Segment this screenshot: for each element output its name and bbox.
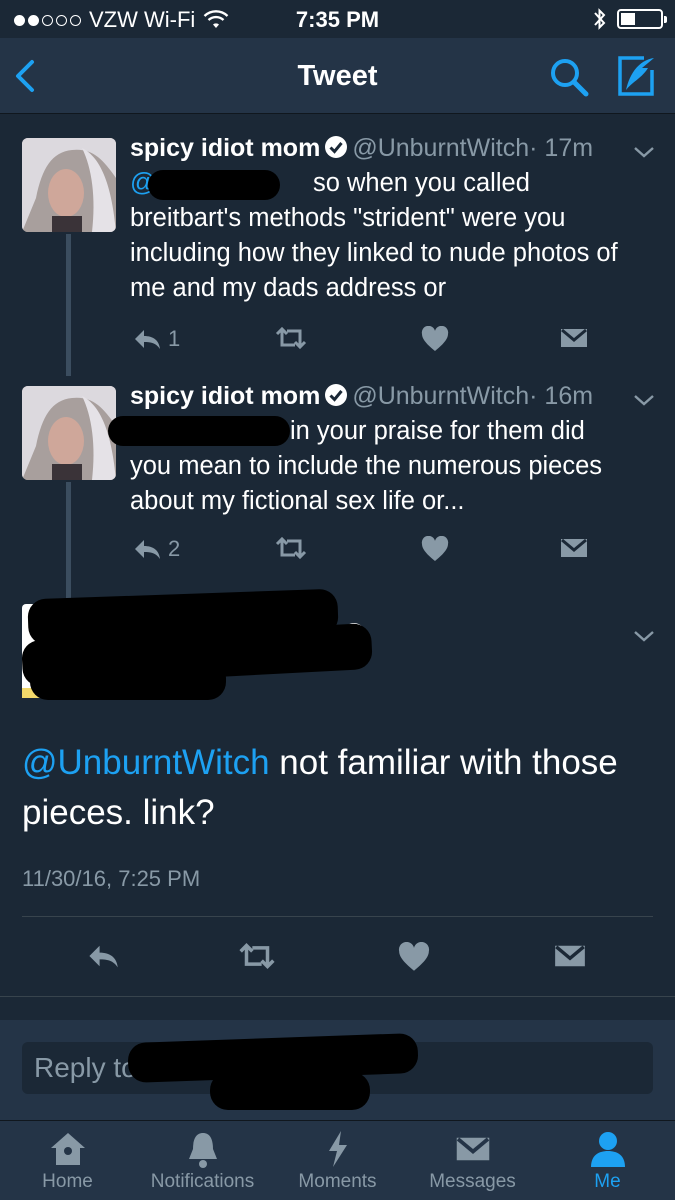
retweet-button[interactable] <box>273 536 309 560</box>
tweet-text-line1: in your praise for them did <box>290 417 585 445</box>
focused-tweet-text: @UnburntWitch not familiar with those pi… <box>22 738 652 838</box>
tab-label: Moments <box>298 1171 377 1192</box>
battery-icon <box>617 9 667 29</box>
redaction-mark <box>108 416 290 446</box>
tweet-date: 11/30/16, 7:25 PM <box>22 866 201 891</box>
divider <box>0 996 675 997</box>
reply-button[interactable]: 2 <box>132 536 180 562</box>
tab-label: Me <box>594 1171 621 1192</box>
avatar[interactable] <box>22 138 116 232</box>
tab-label: Messages <box>429 1171 516 1192</box>
direct-message-button[interactable] <box>560 326 588 350</box>
retweet-icon <box>275 326 307 350</box>
reply-button[interactable] <box>86 942 120 970</box>
envelope-icon <box>561 328 587 347</box>
redaction-mark <box>210 1072 370 1110</box>
retweet-icon <box>275 536 307 560</box>
avatar[interactable] <box>22 386 116 480</box>
mention-link[interactable]: @UnburntWitch <box>22 743 270 782</box>
verified-badge-icon <box>325 384 348 406</box>
envelope-icon <box>456 1137 489 1161</box>
person-icon <box>590 1132 625 1167</box>
handle[interactable]: @UnburntWitch <box>352 382 529 410</box>
display-name[interactable]: spicy idiot mom <box>130 134 320 162</box>
tab-label: Home <box>42 1171 93 1192</box>
timestamp: · 17m <box>529 134 594 162</box>
redaction-mark <box>30 660 226 700</box>
envelope-icon <box>561 538 587 557</box>
reply-icon <box>89 945 118 968</box>
tweet-1[interactable]: spicy idiot mom @UnburntWitch· 17m @ so w… <box>0 130 675 376</box>
nav-bar: Tweet <box>0 38 675 114</box>
home-icon <box>50 1133 85 1165</box>
tweet-actions: 2 <box>0 536 675 566</box>
reply-bar: Reply to <box>0 1020 675 1120</box>
retweet-icon <box>239 943 275 969</box>
reply-count: 2 <box>168 536 181 561</box>
like-button[interactable] <box>398 942 430 972</box>
heart-icon <box>421 536 449 561</box>
like-button[interactable] <box>421 326 449 352</box>
tab-home[interactable]: Home <box>0 1127 135 1193</box>
chevron-down-icon[interactable] <box>632 392 656 408</box>
tab-notifications[interactable]: Notifications <box>135 1127 270 1193</box>
tab-bar: Home Notifications Moments Messages Me <box>0 1120 675 1200</box>
avatar-image <box>22 138 116 232</box>
tweet-text-rest: you mean to include the numerous pieces … <box>130 452 603 515</box>
tab-moments[interactable]: Moments <box>270 1127 405 1193</box>
retweet-button[interactable] <box>273 326 309 350</box>
redaction-mark <box>148 170 280 200</box>
divider <box>22 916 653 917</box>
tweet-text-line1: so when you called <box>312 169 530 197</box>
reply-placeholder: Reply to <box>34 1052 137 1083</box>
tweet-2[interactable]: spicy idiot mom @UnburntWitch· 16m in you… <box>0 378 675 608</box>
heart-icon <box>398 942 430 971</box>
reply-count: 1 <box>168 326 181 351</box>
tab-me[interactable]: Me <box>540 1127 675 1193</box>
tweet-text-rest: breitbart's methods "strident" were you … <box>130 204 618 302</box>
reply-icon <box>135 330 160 349</box>
like-button[interactable] <box>421 536 449 562</box>
heart-icon <box>421 326 449 351</box>
direct-message-button[interactable] <box>554 942 586 970</box>
tweet-header: spicy idiot mom @UnburntWitch· 16m <box>130 382 593 411</box>
direct-message-button[interactable] <box>560 536 588 560</box>
focused-tweet-actions <box>0 942 675 972</box>
reply-icon <box>135 540 160 559</box>
handle[interactable]: @UnburntWitch <box>352 134 529 162</box>
tab-label: Notifications <box>150 1171 255 1192</box>
avatar-image <box>22 386 116 480</box>
tweet-actions: 1 <box>0 326 675 356</box>
status-time: 7:35 PM <box>295 7 380 32</box>
compose-tweet-icon[interactable] <box>614 54 658 98</box>
chevron-down-icon[interactable] <box>632 628 656 644</box>
timestamp: · 16m <box>529 382 594 410</box>
search-icon[interactable] <box>548 56 590 98</box>
tweet-header: spicy idiot mom @UnburntWitch· 17m <box>130 134 593 163</box>
chevron-down-icon[interactable] <box>632 144 656 160</box>
envelope-icon <box>555 945 585 967</box>
tab-messages[interactable]: Messages <box>405 1127 540 1193</box>
display-name[interactable]: spicy idiot mom <box>130 382 320 410</box>
retweet-button[interactable] <box>236 942 278 970</box>
bell-icon <box>188 1133 217 1168</box>
status-bar: VZW Wi-Fi 7:35 PM <box>0 0 675 38</box>
bluetooth-icon <box>594 8 606 30</box>
verified-badge-icon <box>325 136 348 158</box>
lightning-icon <box>328 1131 347 1167</box>
reply-button[interactable]: 1 <box>132 326 180 352</box>
status-right <box>593 7 667 31</box>
